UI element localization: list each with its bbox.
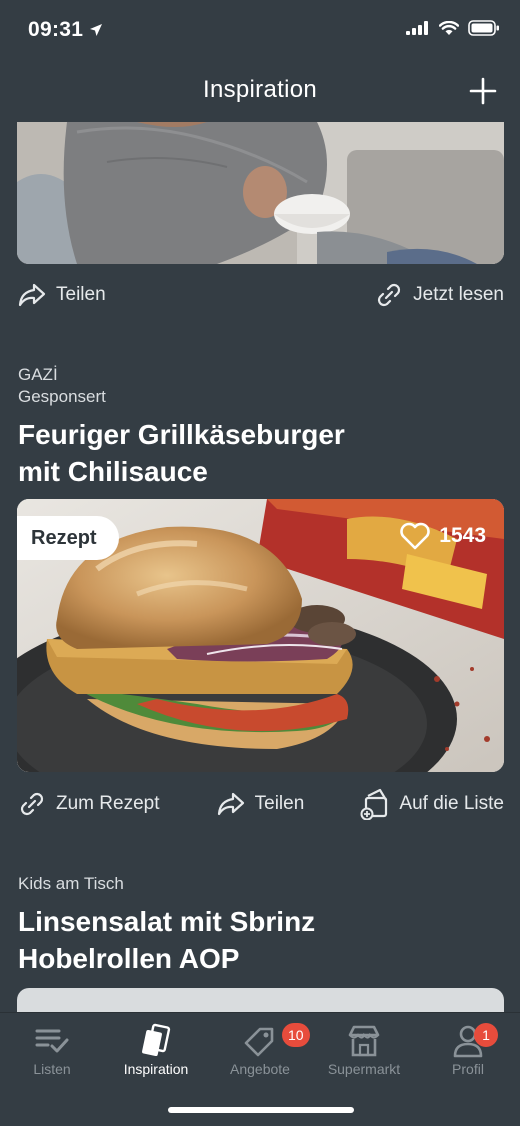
article-actions: Teilen Jetzt lesen — [17, 278, 504, 312]
status-time: 09:31 — [28, 18, 103, 42]
share-button[interactable]: Teilen — [17, 282, 106, 308]
tab-profil[interactable]: Profil 1 — [416, 1021, 520, 1077]
sponsor-info: GAZİ Gesponsert — [18, 364, 106, 408]
recipe-title[interactable]: Feuriger Grillkäseburger mit Chilisauce — [18, 416, 498, 490]
recipe-image[interactable]: Rezept 1543 — [17, 499, 504, 772]
status-icons — [406, 20, 500, 36]
battery-icon — [468, 20, 499, 36]
add-button[interactable] — [468, 76, 498, 106]
recipe-actions: Zum Rezept Teilen Auf die Liste — [17, 787, 504, 821]
tab-supermarkt[interactable]: Supermarkt — [312, 1021, 416, 1077]
page-title: Inspiration — [202, 76, 318, 103]
share-icon — [18, 283, 46, 307]
share-icon — [217, 792, 244, 816]
recipe-title-line1: Feuriger Grillkäseburger — [18, 419, 345, 450]
read-now-label: Jetzt lesen — [413, 284, 504, 305]
tab-label: Angebote — [230, 1061, 290, 1077]
tab-label: Inspiration — [123, 1061, 189, 1077]
add-to-list-label: Auf die Liste — [399, 793, 504, 814]
tab-angebote[interactable]: Angebote 10 — [208, 1021, 312, 1077]
home-indicator — [168, 1107, 354, 1113]
list-check-icon — [35, 1029, 69, 1053]
heart-icon — [400, 522, 431, 550]
signal-icon — [406, 21, 428, 35]
recipe-title-line2: Hobelrollen AOP — [18, 943, 240, 974]
add-to-list-button[interactable]: Auf die Liste — [360, 788, 504, 820]
nav-header: Inspiration — [0, 62, 520, 122]
plus-icon — [469, 77, 497, 105]
offers-count-badge: 10 — [282, 1023, 310, 1047]
likes-count: 1543 — [439, 524, 486, 547]
status-time-text: 09:31 — [28, 18, 84, 41]
cards-icon — [142, 1023, 171, 1057]
recipe-title[interactable]: Linsensalat mit Sbrinz Hobelrollen AOP — [18, 903, 498, 977]
tab-label: Profil — [452, 1061, 484, 1077]
status-bar: 09:31 — [0, 0, 520, 62]
to-recipe-label: Zum Rezept — [56, 793, 160, 814]
share-button[interactable]: Teilen — [216, 791, 305, 817]
share-label: Teilen — [254, 793, 305, 814]
tab-bar: Listen Inspiration Angebote 10 Supermark… — [0, 1012, 520, 1126]
sponsored-label: Gesponsert — [18, 387, 106, 406]
tab-label: Supermarkt — [327, 1061, 401, 1077]
read-now-button[interactable]: Jetzt lesen — [374, 280, 504, 310]
tab-inspiration[interactable]: Inspiration — [104, 1021, 208, 1077]
tag-icon — [244, 1027, 274, 1057]
likes-button[interactable]: 1543 — [399, 521, 486, 551]
recipe-badge: Rezept — [17, 516, 119, 560]
tab-listen[interactable]: Listen — [0, 1021, 104, 1077]
location-arrow-icon — [90, 24, 103, 36]
recipe-title-line2: mit Chilisauce — [18, 456, 208, 487]
recipe-title-line1: Linsensalat mit Sbrinz — [18, 906, 316, 937]
store-icon — [348, 1025, 380, 1057]
article-photo — [17, 122, 504, 264]
profile-notification-badge: 1 — [474, 1023, 498, 1047]
tab-label: Listen — [33, 1061, 71, 1077]
add-to-list-icon — [360, 788, 388, 820]
share-label: Teilen — [56, 284, 106, 305]
recipe-category: Kids am Tisch — [18, 874, 124, 893]
link-icon — [378, 283, 401, 307]
link-icon — [20, 792, 44, 816]
wifi-icon — [439, 20, 459, 35]
to-recipe-button[interactable]: Zum Rezept — [17, 789, 159, 819]
brand-name: GAZİ — [18, 365, 58, 384]
article-image[interactable] — [17, 122, 504, 264]
